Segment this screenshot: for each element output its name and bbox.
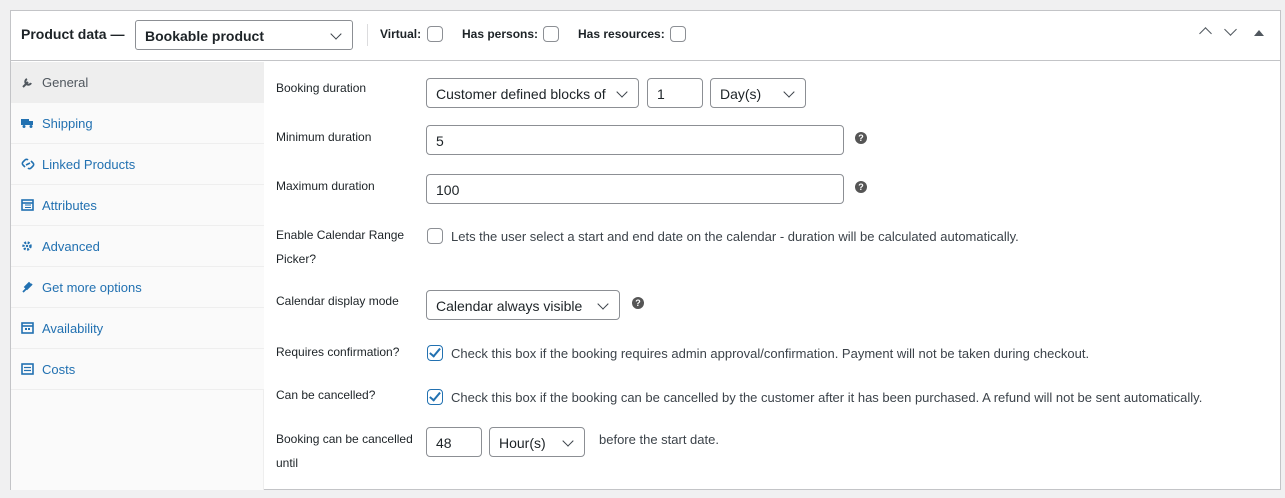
product-type-select[interactable]: Bookable product xyxy=(135,20,353,50)
max-duration-input[interactable]: 100 xyxy=(426,174,844,204)
cancel-until-label-line1: Booking can be cancelled xyxy=(276,432,413,446)
requires-confirmation-description: Check this box if the booking requires a… xyxy=(451,346,1090,361)
table-icon xyxy=(21,199,35,211)
tab-shipping[interactable]: Shipping xyxy=(11,103,264,144)
tab-attributes[interactable]: Attributes xyxy=(11,185,264,226)
tab-label: General xyxy=(42,75,89,90)
duration-amount-input[interactable]: 1 xyxy=(647,78,703,108)
duration-type-value: Customer defined blocks of xyxy=(436,86,606,102)
product-data-header: Product data — Bookable product Virtual:… xyxy=(11,11,1280,61)
can-cancel-description: Check this box if the booking can be can… xyxy=(451,390,1203,405)
duration-unit-select[interactable]: Day(s) xyxy=(710,78,806,108)
max-duration-label: Maximum duration xyxy=(276,179,375,193)
panel-title: Product data — xyxy=(21,26,125,42)
tab-linked-products[interactable]: Linked Products xyxy=(11,144,264,185)
tab-advanced[interactable]: Advanced xyxy=(11,226,264,267)
has-persons-checkbox[interactable] xyxy=(543,26,559,42)
cancel-until-amount-input[interactable]: 48 xyxy=(426,427,482,457)
gear-icon xyxy=(21,240,35,252)
cancel-until-unit-value: Hour(s) xyxy=(499,435,546,451)
product-data-panel: Product data — Bookable product Virtual:… xyxy=(10,10,1281,490)
product-data-tabs: General Shipping Linked Products Attribu… xyxy=(11,62,264,490)
range-picker-label-line2: Picker? xyxy=(276,252,317,266)
tab-label: Linked Products xyxy=(42,157,136,172)
duration-type-select[interactable]: Customer defined blocks of xyxy=(426,78,639,108)
cancel-until-suffix: before the start date. xyxy=(599,432,719,447)
header-divider xyxy=(367,24,368,46)
tab-label: Availability xyxy=(42,321,104,336)
tab-label: Costs xyxy=(42,362,76,377)
tab-costs[interactable]: Costs xyxy=(11,349,264,390)
cancel-until-amount-value: 48 xyxy=(436,435,452,451)
chevron-down-icon xyxy=(616,86,628,98)
can-cancel-label: Can be cancelled? xyxy=(276,388,376,402)
max-duration-value: 100 xyxy=(436,182,460,198)
can-cancel-checkbox[interactable] xyxy=(427,389,443,405)
range-picker-description: Lets the user select a start and end dat… xyxy=(451,229,1019,244)
min-duration-label: Minimum duration xyxy=(276,130,372,144)
chevron-up-icon[interactable] xyxy=(1199,27,1212,40)
calendar-mode-select[interactable]: Calendar always visible xyxy=(426,290,620,320)
tab-label: Get more options xyxy=(42,280,142,295)
truck-icon xyxy=(21,117,35,129)
link-icon xyxy=(21,158,35,170)
tab-label: Shipping xyxy=(42,116,93,131)
tab-availability[interactable]: Availability xyxy=(11,308,264,349)
has-persons-label: Has persons: xyxy=(462,27,539,41)
calendar-icon xyxy=(21,322,35,334)
tab-label: Attributes xyxy=(42,198,97,213)
general-options-panel: Booking duration Customer defined blocks… xyxy=(265,62,1281,490)
range-picker-label-line1: Enable Calendar Range xyxy=(276,228,405,242)
booking-duration-label: Booking duration xyxy=(276,81,367,95)
chevron-down-icon xyxy=(562,435,574,447)
help-tip-icon[interactable]: ? xyxy=(632,297,644,309)
chevron-down-icon xyxy=(783,86,795,98)
help-tip-icon[interactable]: ? xyxy=(855,132,867,144)
has-resources-label: Has resources: xyxy=(578,27,665,41)
calendar-mode-label: Calendar display mode xyxy=(276,294,399,308)
virtual-checkbox[interactable] xyxy=(427,26,443,42)
duration-amount-value: 1 xyxy=(657,86,665,102)
has-resources-checkbox[interactable] xyxy=(670,26,686,42)
collapse-toggle-icon[interactable] xyxy=(1254,30,1264,36)
tab-general[interactable]: General xyxy=(11,62,264,103)
chevron-down-icon xyxy=(330,28,342,40)
cancel-until-label-line2: until xyxy=(276,456,299,470)
requires-confirmation-checkbox[interactable] xyxy=(427,345,443,361)
range-picker-checkbox[interactable] xyxy=(427,228,443,244)
tab-label: Advanced xyxy=(42,239,100,254)
cancel-until-unit-select[interactable]: Hour(s) xyxy=(489,427,585,457)
plugin-icon xyxy=(21,281,35,293)
product-type-value: Bookable product xyxy=(145,28,265,44)
requires-confirmation-label: Requires confirmation? xyxy=(276,345,400,359)
list-icon xyxy=(21,363,35,375)
chevron-down-icon[interactable] xyxy=(1224,23,1237,36)
min-duration-value: 5 xyxy=(436,133,444,149)
chevron-down-icon xyxy=(597,298,609,310)
help-tip-icon[interactable]: ? xyxy=(855,181,867,193)
wrench-icon xyxy=(21,76,35,88)
virtual-label: Virtual: xyxy=(380,27,422,41)
tab-get-more-options[interactable]: Get more options xyxy=(11,267,264,308)
calendar-mode-value: Calendar always visible xyxy=(436,298,583,314)
duration-unit-value: Day(s) xyxy=(720,86,762,102)
min-duration-input[interactable]: 5 xyxy=(426,125,844,155)
